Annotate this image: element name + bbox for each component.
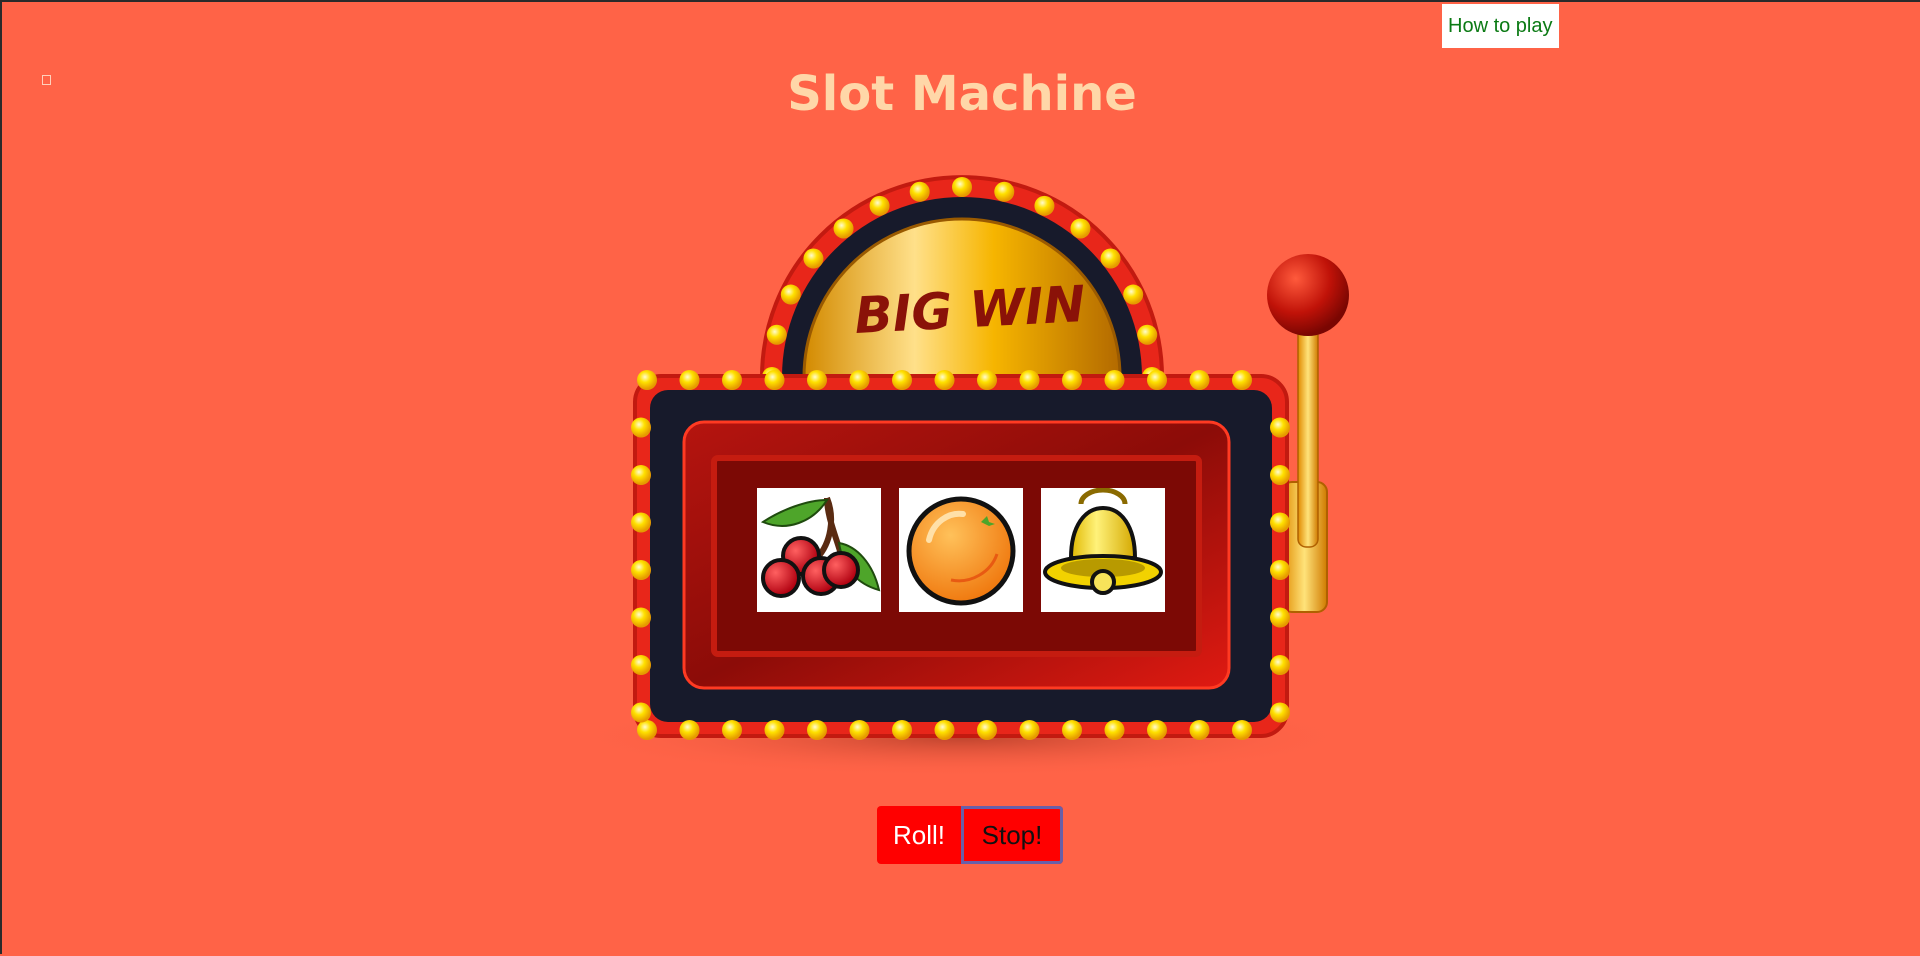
light-bulb-icon [631, 465, 651, 485]
light-bulb-icon [1034, 195, 1055, 216]
light-bulb-icon [1270, 417, 1290, 438]
stop-button[interactable]: Stop! [961, 806, 1063, 864]
reel-3 [1041, 487, 1165, 612]
reel-2 [899, 488, 1023, 612]
roll-button[interactable]: Roll! [877, 806, 961, 864]
light-bulb-icon [722, 370, 742, 390]
bell-icon [1043, 487, 1163, 595]
light-bulb-icon [803, 248, 824, 269]
controls: Roll! Stop! [877, 806, 1063, 864]
light-bulb-icon [679, 720, 700, 740]
light-bulb-icon [1147, 370, 1167, 390]
light-bulb-icon [1019, 370, 1040, 390]
light-bulb-icon [833, 218, 854, 239]
light-bulb-icon [849, 720, 870, 740]
light-bulb-icon [764, 720, 785, 740]
light-bulb-icon [977, 370, 997, 390]
orange-icon [906, 496, 1016, 606]
light-bulb-icon [869, 195, 890, 216]
cherries-icon [760, 496, 881, 598]
light-bulb-icon [1062, 370, 1082, 390]
light-bulb-icon [764, 370, 785, 390]
light-bulb-icon [1270, 465, 1290, 485]
light-bulb-icon [1123, 284, 1144, 305]
light-bulb-icon [631, 512, 651, 533]
light-bulb-icon [1147, 720, 1167, 740]
light-bulb-icon [849, 370, 870, 390]
light-bulb-icon [892, 370, 912, 390]
light-bulb-icon [766, 324, 787, 345]
light-bulb-icon [1270, 512, 1290, 533]
light-bulb-icon [1104, 370, 1125, 390]
light-bulb-icon [780, 284, 801, 305]
light-bulb-icon [637, 370, 657, 390]
light-bulb-icon [1232, 720, 1252, 740]
light-bulb-icon [1137, 324, 1158, 345]
light-bulb-icon [952, 177, 972, 197]
light-bulb-icon [892, 720, 912, 740]
light-bulb-icon [1062, 720, 1082, 740]
light-bulb-icon [1100, 248, 1121, 269]
light-bulb-icon [1070, 218, 1091, 239]
light-bulb-icon [679, 370, 700, 390]
big-win-text: BIG WIN [853, 275, 1086, 345]
light-bulb-icon [994, 181, 1015, 202]
light-bulb-icon [631, 560, 651, 580]
light-bulb-icon [637, 720, 657, 740]
light-bulb-icon [1270, 655, 1290, 675]
light-bulb-icon [722, 720, 742, 740]
light-bulb-icon [909, 181, 930, 202]
light-bulb-icon [1232, 370, 1252, 390]
light-bulb-icon [977, 720, 997, 740]
light-bulb-icon [934, 370, 955, 390]
light-bulb-icon [807, 720, 827, 740]
light-bulb-icon [631, 607, 651, 628]
light-bulb-icon [1189, 370, 1210, 390]
light-bulb-icon [1270, 702, 1290, 723]
light-bulb-icon [1019, 720, 1040, 740]
lever-knob-icon [1267, 254, 1349, 336]
light-bulb-icon [1189, 720, 1210, 740]
light-bulb-icon [807, 370, 827, 390]
light-bulb-icon [1270, 560, 1290, 580]
light-bulb-icon [631, 655, 651, 675]
light-bulb-icon [934, 720, 955, 740]
reel-1 [757, 488, 881, 612]
light-bulb-icon [1104, 720, 1125, 740]
light-bulb-icon [631, 417, 651, 438]
light-bulb-icon [1270, 607, 1290, 628]
light-bulb-icon [631, 702, 651, 723]
